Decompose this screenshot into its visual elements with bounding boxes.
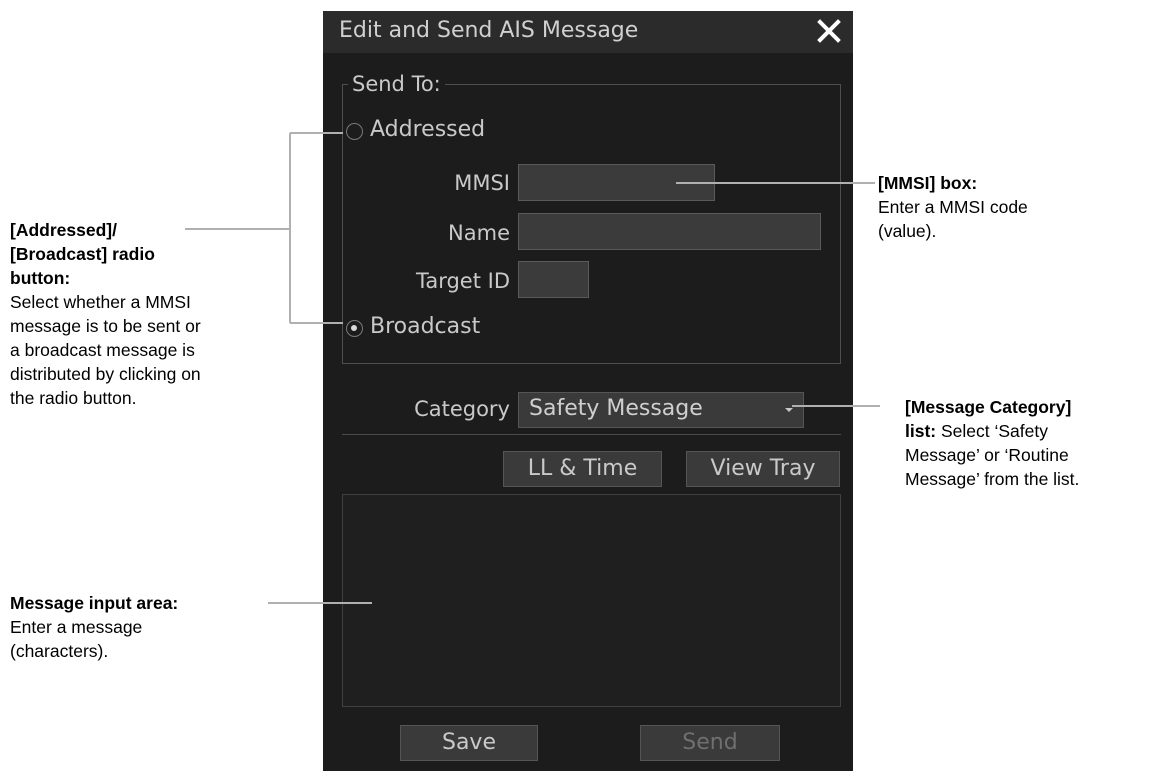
close-icon — [817, 19, 841, 43]
radio-callout-body-4: distributed by clicking on — [10, 364, 201, 384]
category-callout: [Message Category] list: Select ‘Safety … — [905, 395, 1145, 491]
target-id-label: Target ID — [415, 269, 510, 293]
radio-callout: [Addressed]/ [Broadcast] radio button: S… — [10, 218, 290, 410]
separator — [342, 434, 841, 435]
mmsi-label: MMSI — [454, 171, 510, 195]
category-label: Category — [414, 397, 510, 421]
addressed-radio[interactable]: Addressed — [346, 117, 526, 147]
mmsi-callout-title: [MMSI] box: — [878, 173, 978, 193]
category-callout-body-3: Message’ from the list. — [905, 469, 1080, 489]
category-callout-line-2: list: Select ‘Safety — [905, 419, 1145, 443]
mmsi-callout: [MMSI] box: Enter a MMSI code (value). — [878, 171, 1138, 243]
category-dropdown[interactable]: Safety Message — [518, 392, 804, 428]
chevron-down-icon — [785, 408, 793, 412]
save-button[interactable]: Save — [400, 725, 538, 761]
category-callout-body-1: Select ‘Safety — [936, 421, 1048, 441]
message-area-callout-title: Message input area: — [10, 593, 179, 613]
mmsi-callout-body-1: Enter a MMSI code — [878, 197, 1028, 217]
addressed-label: Addressed — [370, 117, 486, 142]
dialog-title: Edit and Send AIS Message — [339, 18, 639, 43]
category-callout-title-2: list: — [905, 421, 937, 441]
broadcast-radio-circle[interactable] — [346, 320, 363, 337]
mmsi-callout-body-2: (value). — [878, 221, 937, 241]
category-callout-title-1: [Message Category] — [905, 397, 1072, 417]
send-button[interactable]: Send — [640, 725, 780, 761]
close-button[interactable] — [813, 15, 845, 47]
mmsi-field[interactable] — [518, 164, 715, 201]
radio-callout-body-3: a broadcast message is — [10, 340, 195, 360]
broadcast-label: Broadcast — [370, 314, 481, 339]
radio-callout-title-3: button: — [10, 268, 71, 288]
radio-callout-body-5: the radio button. — [10, 388, 137, 408]
message-area-callout-body-1: Enter a message — [10, 617, 143, 637]
message-input-area[interactable] — [342, 494, 841, 707]
view-tray-button[interactable]: View Tray — [686, 451, 840, 487]
message-area-callout-body-2: (characters). — [10, 641, 109, 661]
broadcast-radio[interactable]: Broadcast — [346, 314, 526, 344]
name-field[interactable] — [518, 213, 821, 250]
addressed-radio-circle[interactable] — [346, 123, 363, 140]
send-to-legend: Send To: — [348, 72, 445, 96]
ll-time-button[interactable]: LL & Time — [503, 451, 662, 487]
message-area-callout: Message input area: Enter a message (cha… — [10, 591, 270, 663]
category-callout-body-2: Message’ or ‘Routine — [905, 445, 1069, 465]
target-id-field[interactable] — [518, 261, 589, 298]
category-value: Safety Message — [529, 396, 703, 421]
title-bar: Edit and Send AIS Message — [323, 11, 853, 53]
radio-callout-title-2: [Broadcast] radio — [10, 244, 155, 264]
ais-message-dialog: Edit and Send AIS Message Send To: Addre… — [323, 11, 853, 771]
name-label: Name — [448, 221, 510, 245]
radio-callout-body-1: Select whether a MMSI — [10, 292, 191, 312]
radio-callout-title-1: [Addressed]/ — [10, 220, 117, 240]
radio-callout-body-2: message is to be sent or — [10, 316, 201, 336]
